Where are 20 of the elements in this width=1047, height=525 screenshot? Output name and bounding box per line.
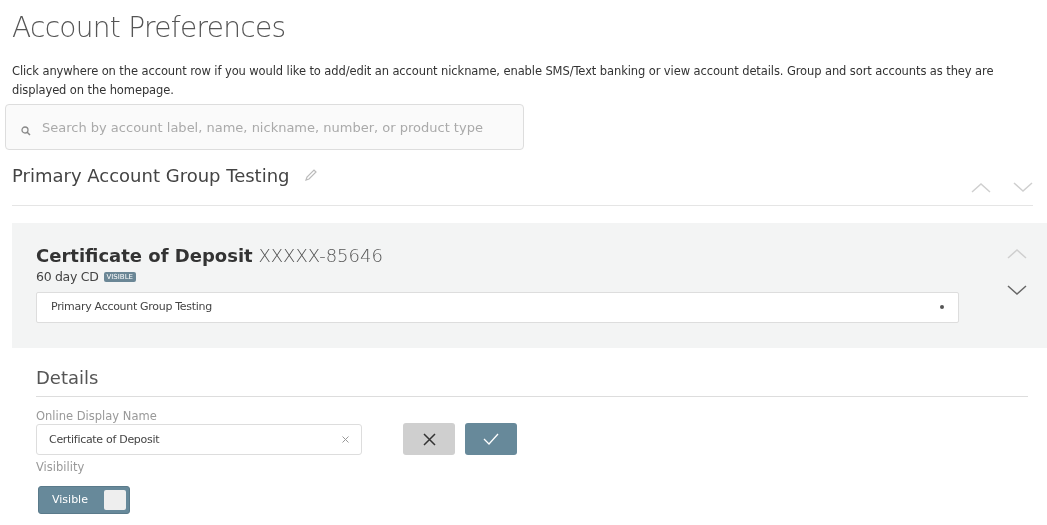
- group-select[interactable]: Primary Account Group Testing: [36, 291, 959, 323]
- dropdown-caret-icon: [940, 305, 944, 310]
- product-type: 60 day CD: [36, 268, 99, 286]
- field-label: Online Display Name: [36, 409, 158, 423]
- clear-icon[interactable]: [342, 435, 349, 443]
- section-heading: Details: [36, 366, 100, 390]
- check-icon: [483, 433, 499, 445]
- description-text: Click anywhere on the account row if you would like to add/edit an account nickname, enable SMS/Text banking or view account details. Group and sort accounts as they are displayed on the homepage.: [12, 63, 995, 99]
- move-down-icon[interactable]: [1007, 285, 1027, 296]
- search-field[interactable]: Search by account label, name, nickname, number, or product type: [5, 104, 524, 150]
- confirm-button[interactable]: [465, 423, 517, 455]
- group-name: Primary Account Group Testing: [12, 163, 290, 188]
- page-title: Account Preferences: [12, 10, 287, 46]
- close-icon: [422, 432, 436, 446]
- cancel-button[interactable]: [403, 423, 455, 455]
- search-icon: [21, 126, 31, 136]
- field-label: Visibility: [36, 459, 86, 475]
- account-name: Certificate of Deposit XXXXX-85646: [36, 244, 384, 268]
- visibility-toggle[interactable]: Visible: [38, 486, 130, 514]
- display-name-field[interactable]: Certificate of Deposit: [36, 423, 362, 455]
